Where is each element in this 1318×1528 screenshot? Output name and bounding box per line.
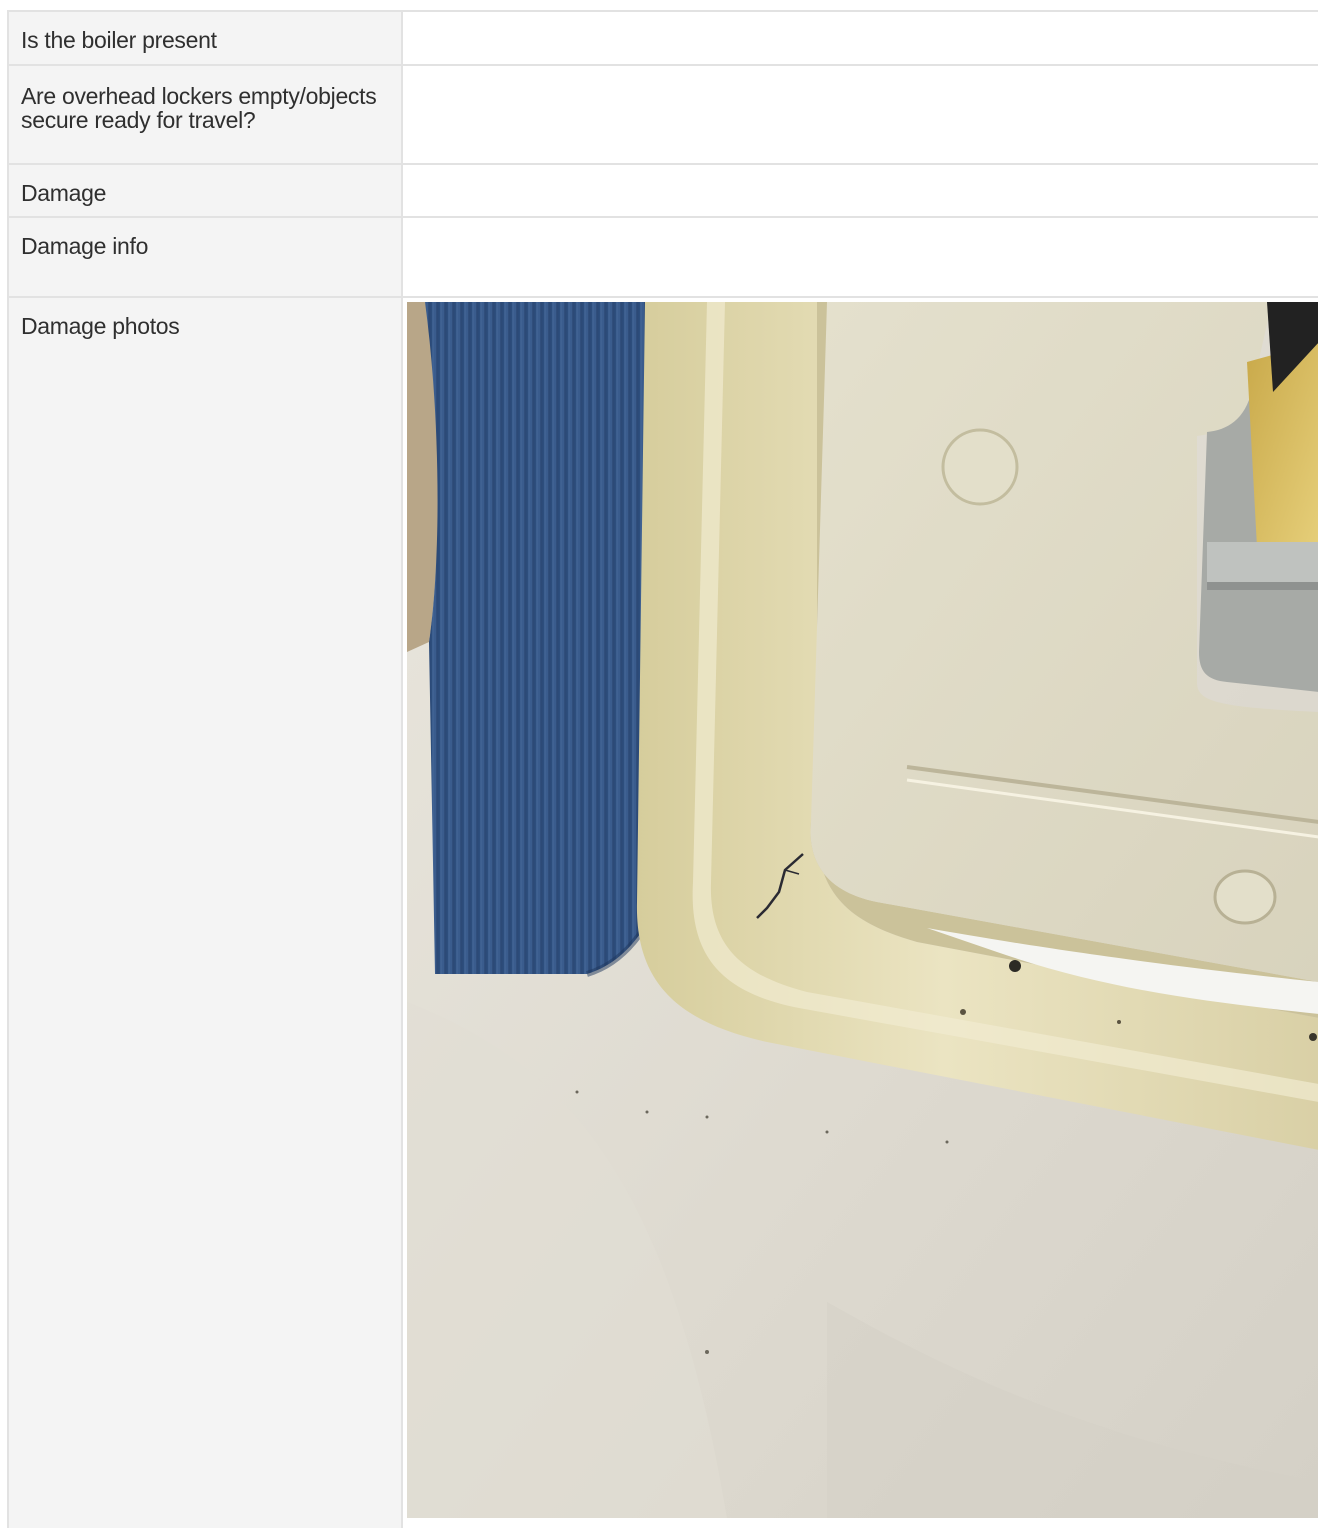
row-label-damage-photos: Damage photos: [7, 298, 403, 1528]
table-row: Damage photos: [7, 298, 1318, 1528]
row-label-boiler-present: Is the boiler present: [7, 12, 403, 64]
table-row: Damage: [7, 165, 1318, 218]
row-value-overhead-lockers: [403, 66, 1318, 163]
row-value-boiler-present: [403, 12, 1318, 64]
table-row: Is the boiler present: [7, 12, 1318, 66]
row-value-damage: [403, 165, 1318, 216]
row-value-damage-photos: [403, 298, 1318, 1528]
table-row: Are overhead lockers empty/objects secur…: [7, 66, 1318, 165]
damage-photo-image: [407, 302, 1318, 1518]
row-label-overhead-lockers: Are overhead lockers empty/objects secur…: [7, 66, 403, 163]
damage-photo[interactable]: [407, 302, 1318, 1518]
table-row: Damage info: [7, 218, 1318, 298]
inspection-table: Is the boiler present Are overhead locke…: [7, 10, 1318, 1528]
row-label-damage: Damage: [7, 165, 403, 216]
row-value-damage-info: [403, 218, 1318, 296]
row-label-damage-info: Damage info: [7, 218, 403, 296]
